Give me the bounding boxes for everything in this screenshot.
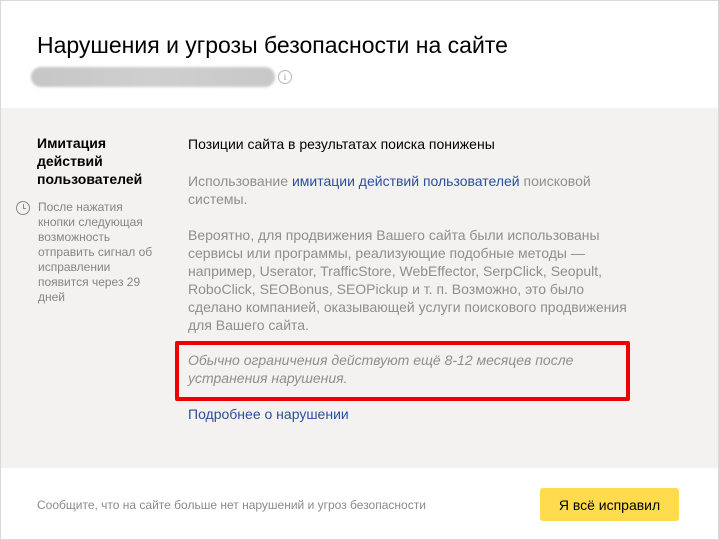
highlight-box — [175, 341, 630, 401]
clock-icon — [16, 201, 30, 215]
footer-text: Сообщите, что на сайте больше нет наруше… — [37, 498, 426, 512]
site-url-row: i — [31, 66, 292, 88]
violation-explanation: Вероятно, для продвижения Вашего сайта б… — [188, 227, 627, 333]
violation-description: Использование имитации действий пользова… — [188, 172, 638, 208]
violation-heading: Позиции сайта в результатах поиска пониж… — [188, 136, 495, 152]
resubmit-note: После нажатия кнопки следующая возможнос… — [16, 200, 156, 305]
site-url-redacted — [31, 67, 275, 87]
fixed-button[interactable]: Я всё исправил — [540, 488, 679, 521]
user-imitation-link[interactable]: имитации действий пользователей — [292, 173, 520, 189]
info-icon[interactable]: i — [278, 70, 292, 84]
violation-title: Имитация действий пользователей — [37, 135, 143, 187]
resubmit-note-text: После нажатия кнопки следующая возможнос… — [38, 200, 153, 304]
violation-sidebar: Имитация действий пользователей — [37, 134, 167, 188]
violation-details: Позиции сайта в результатах поиска пониж… — [188, 135, 638, 386]
description-text-start: Использование — [188, 173, 292, 189]
more-about-violation-link[interactable]: Подробнее о нарушении — [188, 406, 349, 422]
page-title: Нарушения и угрозы безопасности на сайте — [37, 32, 508, 58]
